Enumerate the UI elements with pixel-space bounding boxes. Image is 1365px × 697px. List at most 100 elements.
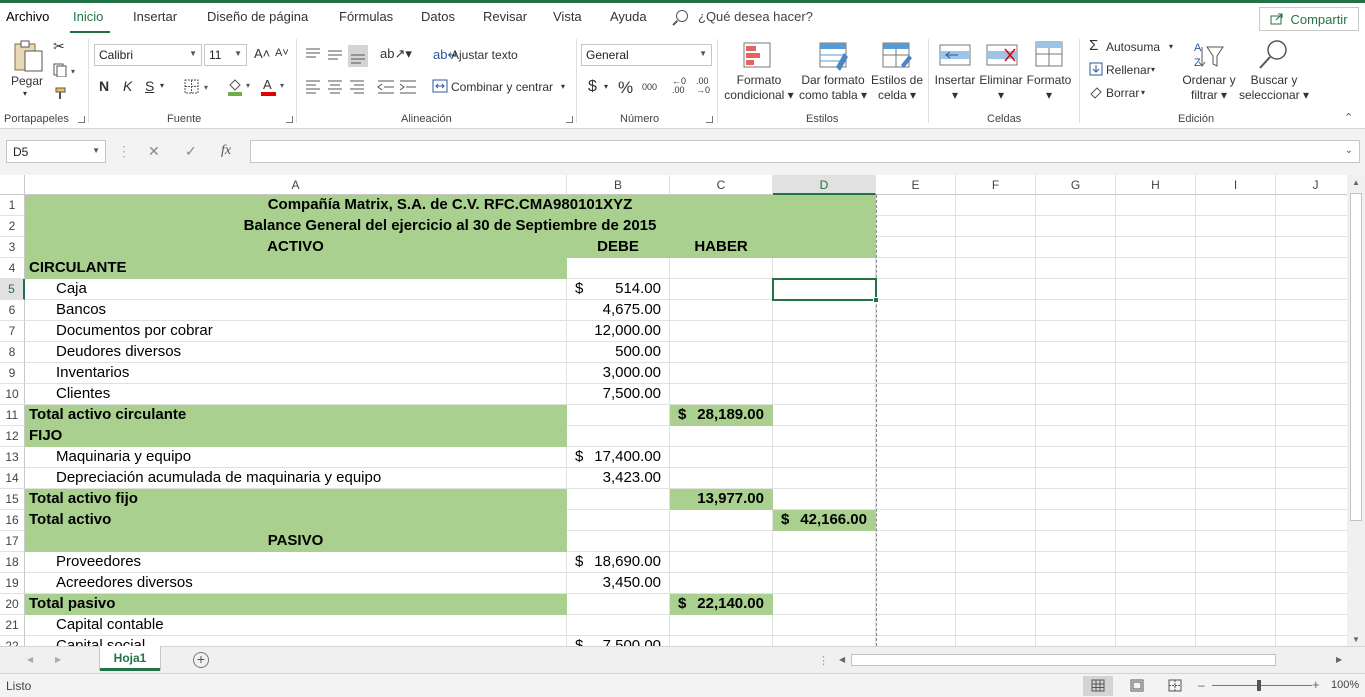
- cell-b5[interactable]: $514.00: [567, 279, 670, 300]
- cell-f22[interactable]: [956, 636, 1036, 646]
- cell-h21[interactable]: [1116, 615, 1196, 636]
- fill-button[interactable]: Rellenar: [1106, 63, 1151, 77]
- cell-d17[interactable]: [773, 531, 876, 552]
- cell-f18[interactable]: [956, 552, 1036, 573]
- cell-c20[interactable]: $22,140.00: [670, 594, 773, 615]
- cell-e12[interactable]: [876, 426, 956, 447]
- cell-b4[interactable]: [567, 258, 670, 279]
- chevron-down-icon[interactable]: ▾: [1151, 65, 1155, 74]
- conditional-format-button[interactable]: Formato condicional ▾: [720, 73, 798, 103]
- scroll-right-icon[interactable]: ▶: [1336, 655, 1342, 664]
- cell-b13[interactable]: $17,400.00: [567, 447, 670, 468]
- copy-icon[interactable]: ▾: [53, 63, 79, 77]
- cell-i8[interactable]: [1196, 342, 1276, 363]
- number-format-combo[interactable]: General ▼: [581, 44, 712, 66]
- cell-i6[interactable]: [1196, 300, 1276, 321]
- cell-f3[interactable]: [956, 237, 1036, 258]
- cell-e6[interactable]: [876, 300, 956, 321]
- cell-e22[interactable]: [876, 636, 956, 646]
- chevron-down-icon[interactable]: ▾: [1169, 42, 1173, 51]
- cell-d11[interactable]: [773, 405, 876, 426]
- cell-a19[interactable]: Acreedores diversos: [25, 573, 567, 594]
- horizontal-scrollbar[interactable]: ◀ ▶: [836, 652, 1348, 668]
- cell-e8[interactable]: [876, 342, 956, 363]
- cell-a3[interactable]: ACTIVO: [25, 237, 567, 258]
- cell-d12[interactable]: [773, 426, 876, 447]
- cell-i10[interactable]: [1196, 384, 1276, 405]
- cell-e17[interactable]: [876, 531, 956, 552]
- cell-c9[interactable]: [670, 363, 773, 384]
- font-name-combo[interactable]: Calibri ▼: [94, 44, 202, 66]
- cell-g6[interactable]: [1036, 300, 1116, 321]
- cell-h22[interactable]: [1116, 636, 1196, 646]
- format-as-table-button[interactable]: Dar formato como tabla ▾: [797, 73, 869, 103]
- cell-i3[interactable]: [1196, 237, 1276, 258]
- cell-g13[interactable]: [1036, 447, 1116, 468]
- cell-a12[interactable]: FIJO: [25, 426, 567, 447]
- cell-h4[interactable]: [1116, 258, 1196, 279]
- cell-i13[interactable]: [1196, 447, 1276, 468]
- cell-a1[interactable]: Compañía Matrix, S.A. de C.V. RFC.CMA980…: [25, 195, 876, 216]
- cell-f9[interactable]: [956, 363, 1036, 384]
- cell-a8[interactable]: Deudores diversos: [25, 342, 567, 363]
- cell-i17[interactable]: [1196, 531, 1276, 552]
- cell-a15[interactable]: Total activo fijo: [25, 489, 567, 510]
- format-cells-button[interactable]: Formato ▾: [1025, 73, 1073, 103]
- cell-d22[interactable]: [773, 636, 876, 646]
- row-header[interactable]: 7: [0, 321, 25, 342]
- column-header-a[interactable]: A: [25, 175, 567, 195]
- cell-j7[interactable]: [1276, 321, 1347, 342]
- cell-f15[interactable]: [956, 489, 1036, 510]
- column-header-b[interactable]: B: [567, 175, 670, 195]
- cell-b21[interactable]: [567, 615, 670, 636]
- cell-e7[interactable]: [876, 321, 956, 342]
- cell-g9[interactable]: [1036, 363, 1116, 384]
- cell-a9[interactable]: Inventarios: [25, 363, 567, 384]
- cell-b16[interactable]: [567, 510, 670, 531]
- cell-b7[interactable]: 12,000.00: [567, 321, 670, 342]
- cell-c4[interactable]: [670, 258, 773, 279]
- cell-f11[interactable]: [956, 405, 1036, 426]
- cell-c3[interactable]: HABER: [670, 237, 773, 258]
- horizontal-scroll-thumb[interactable]: [851, 654, 1276, 666]
- cell-i12[interactable]: [1196, 426, 1276, 447]
- cell-c15[interactable]: 13,977.00: [670, 489, 773, 510]
- cell-h7[interactable]: [1116, 321, 1196, 342]
- vertical-align-icons[interactable]: [304, 45, 372, 67]
- paste-button[interactable]: Pegar: [11, 74, 43, 88]
- row-header[interactable]: 5: [0, 279, 25, 300]
- alineacion-launcher[interactable]: [566, 116, 573, 123]
- cell-b22[interactable]: $7,500.00: [567, 636, 670, 646]
- page-layout-view-button[interactable]: [1122, 676, 1152, 696]
- cell-d4[interactable]: [773, 258, 876, 279]
- cell-j4[interactable]: [1276, 258, 1347, 279]
- row-header[interactable]: 19: [0, 573, 25, 594]
- cell-h11[interactable]: [1116, 405, 1196, 426]
- cell-d13[interactable]: [773, 447, 876, 468]
- share-button[interactable]: Compartir: [1259, 7, 1359, 31]
- tab-datos[interactable]: Datos: [421, 9, 455, 24]
- cell-f16[interactable]: [956, 510, 1036, 531]
- cell-e14[interactable]: [876, 468, 956, 489]
- row-header[interactable]: 4: [0, 258, 25, 279]
- cell-a10[interactable]: Clientes: [25, 384, 567, 405]
- insert-cells-button[interactable]: Insertar ▾: [932, 73, 978, 103]
- cell-g21[interactable]: [1036, 615, 1116, 636]
- cell-f5[interactable]: [956, 279, 1036, 300]
- cell-d20[interactable]: [773, 594, 876, 615]
- tab-revisar[interactable]: Revisar: [483, 9, 527, 24]
- currency-button[interactable]: $: [588, 78, 597, 96]
- row-header[interactable]: 12: [0, 426, 25, 447]
- cell-d8[interactable]: [773, 342, 876, 363]
- zoom-level[interactable]: 100%: [1331, 679, 1359, 691]
- cut-icon[interactable]: ✂: [53, 38, 65, 55]
- cell-styles-button[interactable]: Estilos de celda ▾: [868, 73, 926, 103]
- cell-c17[interactable]: [670, 531, 773, 552]
- cell-d21[interactable]: [773, 615, 876, 636]
- cell-j17[interactable]: [1276, 531, 1347, 552]
- cell-b3[interactable]: DEBE: [567, 237, 670, 258]
- row-header[interactable]: 9: [0, 363, 25, 384]
- cell-g22[interactable]: [1036, 636, 1116, 646]
- cell-a17[interactable]: PASIVO: [25, 531, 567, 552]
- tab-archivo[interactable]: Archivo: [6, 9, 49, 24]
